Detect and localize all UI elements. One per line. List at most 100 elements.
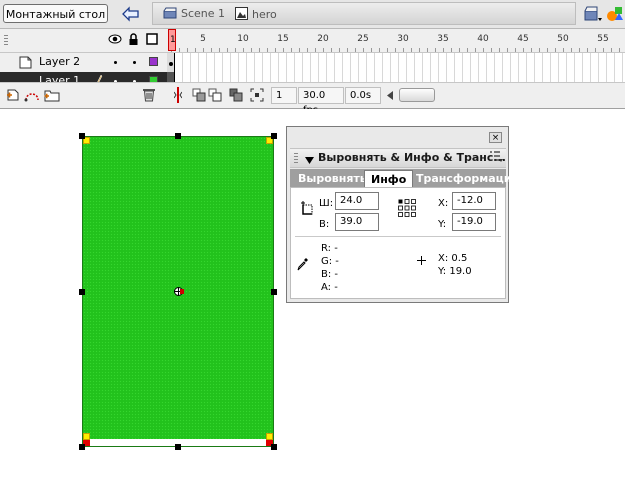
breadcrumb-scene[interactable]: Scene 1 [163, 7, 225, 21]
divider [295, 236, 501, 237]
frame-tick [219, 48, 220, 52]
onion-skin-outlines-icon[interactable] [208, 88, 222, 105]
frame-tick [467, 48, 468, 52]
panel-tabs: Выровнять Инфо Трансформаци [290, 169, 512, 187]
frame-tick [387, 48, 388, 52]
corner-marker [83, 433, 90, 440]
color-r-value: R: - [321, 243, 338, 254]
add-motion-guide-icon[interactable] [24, 88, 40, 105]
tab-align[interactable]: Выровнять [292, 170, 373, 187]
frame-strip[interactable] [167, 53, 625, 72]
breadcrumb-symbol[interactable]: hero [235, 7, 277, 21]
frame-tick [339, 48, 340, 52]
frame-tick [211, 48, 212, 52]
height-field[interactable]: 39.0 [335, 213, 379, 231]
frame-tick [507, 48, 508, 52]
transform-handle[interactable] [175, 133, 181, 139]
color-a-value: A: - [321, 282, 338, 293]
registration-grid-icon[interactable] [398, 199, 416, 220]
frame-tick [427, 48, 428, 52]
show-hide-eye-icon[interactable] [108, 33, 122, 48]
frame-tick [275, 48, 276, 52]
delete-layer-trash-icon[interactable] [142, 87, 156, 105]
transform-handle[interactable] [271, 289, 277, 295]
width-field[interactable]: 24.0 [335, 192, 379, 210]
grip-handle[interactable] [4, 35, 8, 47]
frame-number: 20 [317, 34, 329, 44]
edit-multiple-frames-icon[interactable] [229, 88, 243, 105]
scroll-left-icon[interactable] [387, 90, 394, 103]
transform-handle[interactable] [79, 289, 85, 295]
frame-tick [379, 48, 380, 52]
frame-tick [491, 48, 492, 52]
transform-handle[interactable] [79, 133, 85, 139]
current-frame-field: 1 [271, 87, 297, 104]
edit-scene-icon[interactable] [583, 4, 603, 24]
frame-tick [499, 48, 500, 52]
y-label: Y: [438, 219, 447, 230]
x-field[interactable]: -12.0 [452, 192, 496, 210]
height-label: В: [319, 219, 330, 230]
transform-handle[interactable] [79, 444, 85, 450]
frame-number: 50 [557, 34, 569, 44]
grip-handle[interactable] [294, 153, 298, 163]
layer-color-swatch[interactable] [149, 57, 158, 66]
frame-tick [619, 48, 620, 52]
insert-layer-icon[interactable] [6, 88, 20, 105]
crosshair-icon [417, 255, 426, 268]
outline-icon[interactable] [146, 33, 158, 48]
scrollbar-thumb[interactable] [399, 88, 435, 102]
lock-dot[interactable] [133, 61, 136, 64]
frame-ruler[interactable]: (function(){ var d = JSON.parse(document… [167, 29, 625, 52]
transform-handle[interactable] [175, 444, 181, 450]
edit-symbol-icon[interactable] [606, 4, 625, 24]
tab-transform[interactable]: Трансформаци [410, 170, 518, 187]
tab-info[interactable]: Инфо [364, 170, 414, 187]
keyframe[interactable] [167, 53, 175, 72]
transform-handle[interactable] [271, 133, 277, 139]
frame-rate-field[interactable]: 30.0 fps [298, 87, 344, 116]
color-g-value: G: - [321, 256, 339, 267]
panel-options-menu-icon[interactable] [490, 151, 503, 165]
registration-point-icon[interactable] [173, 286, 184, 297]
align-info-transform-panel: × Выровнять & Инфо & Транс... Выровнять … [286, 126, 512, 303]
frame-tick [579, 48, 580, 52]
collapse-triangle-icon[interactable] [305, 154, 314, 167]
edit-bar: Монтажный стол Scene 1 hero [0, 0, 625, 29]
frame-tick [363, 48, 364, 52]
visibility-dot[interactable] [114, 61, 117, 64]
modify-onion-markers-icon[interactable] [250, 88, 264, 105]
panel-title: Выровнять & Инфо & Транс... [318, 151, 506, 164]
layer-name: Layer 2 [39, 55, 81, 68]
layer-row[interactable]: Layer 1 [0, 72, 625, 82]
frame-number: 40 [477, 34, 489, 44]
frame-tick [307, 48, 308, 52]
timeline-header: (function(){ var d = JSON.parse(document… [0, 29, 625, 53]
onion-skin-icon[interactable] [192, 88, 206, 105]
pencil-edit-icon [95, 74, 103, 82]
frame-tick [595, 48, 596, 52]
frame-strip[interactable] [167, 72, 625, 82]
layer-row[interactable]: Layer 2 [0, 53, 625, 72]
width-label: Ш: [319, 198, 334, 209]
frame-tick [347, 48, 348, 52]
keyframe[interactable] [167, 72, 175, 82]
y-field[interactable]: -19.0 [452, 213, 496, 231]
transform-handle[interactable] [271, 444, 277, 450]
stage-button[interactable]: Монтажный стол [3, 4, 108, 23]
frame-tick [531, 48, 532, 52]
frame-tick [523, 48, 524, 52]
frame-tick [459, 48, 460, 52]
frame-number: 35 [437, 34, 449, 44]
scene-clapper-icon [163, 7, 177, 19]
insert-layer-folder-icon[interactable] [44, 88, 60, 105]
cursor-y-value: Y: 19.0 [438, 266, 472, 277]
panel-header[interactable]: Выровнять & Инфо & Транс... [290, 148, 506, 168]
cursor-x-value: X: 0.5 [438, 253, 468, 264]
lock-icon[interactable] [128, 33, 139, 49]
close-icon[interactable]: × [489, 132, 502, 143]
scene-label: Scene 1 [181, 7, 226, 20]
center-frame-icon[interactable] [173, 87, 183, 106]
back-arrow-icon[interactable] [120, 5, 142, 23]
frame-tick [451, 48, 452, 52]
